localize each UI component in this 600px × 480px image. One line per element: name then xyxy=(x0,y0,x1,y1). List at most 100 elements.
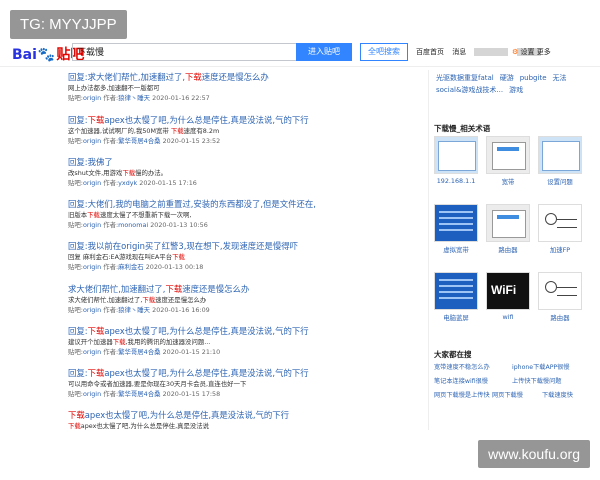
related-forums: 光驱数据重复fatal 硬游 pubgite 无法 social&游戏战技术... 游戏 xyxy=(436,72,586,96)
post-date: 2020-01-15 17:58 xyxy=(162,390,221,398)
author-prefix: 作者: xyxy=(103,390,119,398)
forum-link[interactable]: origin xyxy=(83,390,101,398)
author-link[interactable]: 繁华哥居4合桑 xyxy=(118,390,160,398)
post-title-link[interactable]: 求大佬们帮忙,加速翻过了,下载速度还是慢怎么办 xyxy=(68,284,318,295)
post-meta: 贴吧:origin 作者:monomai 2020-01-13 10:56 xyxy=(68,221,318,230)
abstract-text: 网上办法都多,加速翻不一版都可 xyxy=(68,84,160,92)
author-link[interactable]: 狼律丶睡天 xyxy=(118,306,150,314)
post-meta: 贴吧:origin 作者:繁华哥居4合桑 2020-01-15 23:52 xyxy=(68,137,318,146)
related-forum-link[interactable]: pubgite xyxy=(520,72,547,84)
search-input[interactable]: 下载慢 xyxy=(72,43,296,61)
post-date: 2020-01-13 10:56 xyxy=(150,221,208,229)
post-title-highlight: 下载 xyxy=(68,410,85,420)
related-forum-link[interactable]: 光驱数据重复fatal xyxy=(436,72,494,84)
post-abstract: 可以用命令或者加速器,要是你现在30天月卡会员,直连也好一下 xyxy=(68,380,318,389)
forum-link[interactable]: origin xyxy=(83,348,101,356)
thumbnail-item[interactable]: 路由器 xyxy=(538,272,582,322)
thumbnail-image[interactable] xyxy=(538,136,582,174)
forum-link[interactable]: origin xyxy=(83,94,101,102)
result-post: 回复:求大佬们帮忙,加速翻过了,下载速度还是慢怎么办 网上办法都多,加速翻不一版都… xyxy=(68,72,318,103)
related-forum-link[interactable]: 游戏 xyxy=(509,84,523,96)
author-link[interactable]: 繁华哥居4合桑 xyxy=(118,348,160,356)
post-abstract: 这个加速器,试试啊厂的,我50M宽带 下载速度有8.2m xyxy=(68,127,318,136)
forum-prefix: 贴吧: xyxy=(68,137,83,145)
username-blurred[interactable] xyxy=(474,48,509,56)
hot-search-link[interactable]: 下载速度快 xyxy=(542,390,573,399)
thumbnail-image[interactable] xyxy=(538,272,582,310)
post-date: 2020-01-15 21:10 xyxy=(162,348,221,356)
hot-search-link[interactable]: 笔记本连接wifi很慢 xyxy=(434,376,488,385)
forum-link[interactable]: origin xyxy=(83,221,101,229)
paw-icon: 🐾 xyxy=(37,47,56,63)
thumbnail-item[interactable]: 宽带 xyxy=(486,136,530,186)
thumbnail-item[interactable]: 加速FP xyxy=(538,204,582,254)
post-title-text: 回复: xyxy=(68,115,88,125)
hot-search-link[interactable]: 网页下载慢 xyxy=(492,390,523,399)
post-title-link[interactable]: 回复:下载apex也太慢了吧,为什么总是停住,真是没法说,气的下行 xyxy=(68,368,318,379)
settings-link[interactable]: 设置 xyxy=(521,48,535,56)
abstract-text: 慢的办法。 xyxy=(135,169,168,177)
right-column-divider xyxy=(428,70,429,430)
post-title-link[interactable]: 下载apex也太慢了吧,为什么总是停住,真是没法说,气的下行 xyxy=(68,410,318,421)
baidu-home-link[interactable]: 百度首页 xyxy=(416,48,444,56)
search-all-button[interactable]: 全吧搜索 xyxy=(360,43,408,61)
thumbnail-image[interactable] xyxy=(486,136,530,174)
post-title-text: 回复: xyxy=(68,368,88,378)
post-title-link[interactable]: 回复:下载apex也太慢了吧,为什么总是停住,真是没法说,气的下行 xyxy=(68,326,318,337)
author-link[interactable]: 繁华哥居4合桑 xyxy=(118,137,160,145)
thumbnail-image[interactable] xyxy=(434,272,478,310)
watermark-tag-bottom: www.koufu.org xyxy=(478,440,590,468)
hot-search-link[interactable]: 网页下载慢是上传快 xyxy=(434,390,490,399)
abstract-highlight: 下载 xyxy=(112,338,126,346)
post-title-link[interactable]: 回复:下载apex也太慢了吧,为什么总是停住,真是没法说,气的下行 xyxy=(68,115,318,126)
forum-link[interactable]: origin xyxy=(83,306,101,314)
forum-prefix: 贴吧: xyxy=(68,306,83,314)
post-title-link[interactable]: 回复:我佛了 xyxy=(68,157,318,168)
thumbnail-item[interactable]: 192.168.1.1 xyxy=(434,136,478,185)
related-forum-link[interactable]: 硬游 xyxy=(500,72,514,84)
hot-searches-title: 大家都在搜 xyxy=(434,350,472,359)
messages-link[interactable]: 消息 xyxy=(452,48,466,56)
hot-search-link[interactable]: 宽带速度不稳怎么办 xyxy=(434,362,490,371)
abstract-text: 旧版本 xyxy=(68,211,88,219)
abstract-text: 可以用命令或者加速器,要是你现在30天月卡会员,直连也好一下 xyxy=(68,380,247,388)
post-title-link[interactable]: 回复:我以前在origin买了红警3,现在想下,发现速度还是慢得吓 xyxy=(68,241,318,252)
author-link[interactable]: monomai xyxy=(118,221,148,229)
related-forum-link[interactable]: 无法 xyxy=(553,72,567,84)
forum-prefix: 贴吧: xyxy=(68,348,83,356)
result-post: 求大佬们帮忙,加速翻过了,下载速度还是慢怎么办 求大佬们帮忙,加速翻过了,下载速度… xyxy=(68,284,318,315)
author-prefix: 作者: xyxy=(103,348,119,356)
author-link[interactable]: yxdyk xyxy=(118,179,137,187)
more-link[interactable]: 更多 xyxy=(537,48,551,56)
forum-link[interactable]: origin xyxy=(83,137,101,145)
author-link[interactable]: 麻利金石 xyxy=(118,263,144,271)
thumbnail-item[interactable]: 设置问题 xyxy=(538,136,582,186)
post-meta: 贴吧:origin 作者:yxdyk 2020-01-15 17:16 xyxy=(68,179,318,188)
post-meta: 贴吧:origin 作者:狼律丶睡天 2020-01-16 22:57 xyxy=(68,94,318,103)
enter-tieba-button[interactable]: 进入贴吧 xyxy=(296,43,352,61)
thumbnail-image[interactable] xyxy=(538,204,582,242)
author-link[interactable]: 狼律丶睡天 xyxy=(118,94,150,102)
thumbnail-image[interactable] xyxy=(486,204,530,242)
thumbnail-image[interactable] xyxy=(434,136,478,174)
header-divider xyxy=(0,66,600,67)
thumbnail-item[interactable]: 虚拟宽带 xyxy=(434,204,478,254)
related-forum-link[interactable]: social&游戏战技术... xyxy=(436,84,503,96)
forum-link[interactable]: origin xyxy=(83,179,101,187)
thumbnail-image[interactable] xyxy=(434,204,478,242)
post-title-text: apex也太慢了吧,为什么总是停住,真是没法说,气的下行 xyxy=(104,115,309,125)
forum-prefix: 贴吧: xyxy=(68,390,83,398)
thumbnail-item[interactable]: 电脑蓝屏 xyxy=(434,272,478,322)
post-title-link[interactable]: 回复:求大佬们帮忙,加速翻过了,下载速度还是慢怎么办 xyxy=(68,72,318,83)
thumbnail-item[interactable]: WiFi wifi xyxy=(486,272,530,321)
thumbnail-image[interactable]: WiFi xyxy=(486,272,530,310)
hot-search-link[interactable]: iphone下载APP很慢 xyxy=(512,362,570,371)
post-title-text: apex也太慢了吧,为什么总是停住,真是没法说,气的下行 xyxy=(84,410,290,420)
abstract-text: 速度有8.2m xyxy=(183,127,220,135)
post-title-text: 回复:求大佬们帮忙,加速翻过了, xyxy=(68,72,186,82)
post-meta: 贴吧:origin 作者:麻利金石 2020-01-13 00:18 xyxy=(68,263,318,272)
hot-search-link[interactable]: 上传快下载慢问题 xyxy=(512,376,562,385)
forum-link[interactable]: origin xyxy=(83,263,101,271)
thumbnail-item[interactable]: 路由器 xyxy=(486,204,530,254)
post-title-link[interactable]: 回复:大佬们,我的电脑之前重置过,安装的东西都没了,但是文件还在, xyxy=(68,199,318,210)
